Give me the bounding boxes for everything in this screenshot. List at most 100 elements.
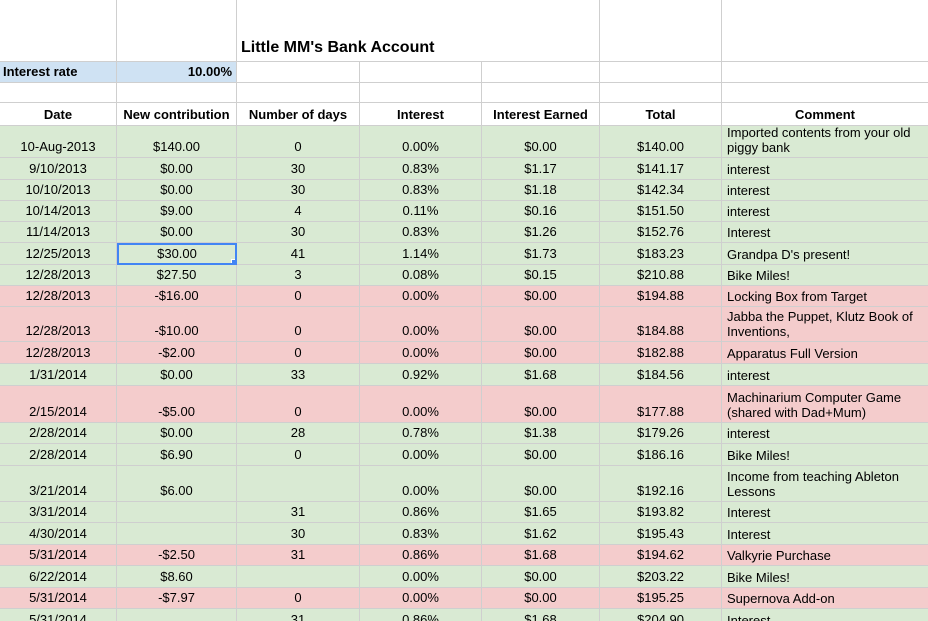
cell-new-contribution[interactable]: $0.00 xyxy=(117,180,237,201)
cell-total[interactable]: $195.43 xyxy=(600,523,722,545)
empty-cell[interactable] xyxy=(360,83,482,103)
cell-interest[interactable]: 0.00% xyxy=(360,286,482,307)
cell-total[interactable]: $194.88 xyxy=(600,286,722,307)
cell-comment[interactable]: Income from teaching Ableton Lessons xyxy=(722,466,928,502)
cell-date[interactable]: 10-Aug-2013 xyxy=(0,126,117,158)
cell-new-contribution[interactable]: -$16.00 xyxy=(117,286,237,307)
cell-comment[interactable]: Imported contents from your old piggy ba… xyxy=(722,126,928,158)
cell-new-contribution[interactable] xyxy=(117,502,237,523)
cell-comment[interactable]: Interest xyxy=(722,502,928,523)
cell-number-of-days[interactable]: 30 xyxy=(237,222,360,243)
cell-interest[interactable]: 0.00% xyxy=(360,444,482,466)
cell-comment[interactable]: interest xyxy=(722,158,928,180)
cell-number-of-days[interactable]: 4 xyxy=(237,201,360,222)
cell-interest-earned[interactable]: $0.00 xyxy=(482,444,600,466)
empty-cell[interactable] xyxy=(0,83,117,103)
cell-comment[interactable]: Interest xyxy=(722,609,928,621)
cell-interest-earned[interactable]: $0.00 xyxy=(482,386,600,423)
cell-interest-earned[interactable]: $0.00 xyxy=(482,588,600,609)
cell-date[interactable]: 11/14/2013 xyxy=(0,222,117,243)
cell-new-contribution[interactable]: $8.60 xyxy=(117,566,237,588)
cell-comment[interactable]: Bike Miles! xyxy=(722,444,928,466)
cell-interest[interactable]: 0.83% xyxy=(360,158,482,180)
cell-number-of-days[interactable]: 3 xyxy=(237,265,360,286)
cell-total[interactable]: $184.56 xyxy=(600,364,722,386)
cell-number-of-days[interactable]: 0 xyxy=(237,342,360,364)
cell-interest-earned[interactable]: $0.00 xyxy=(482,286,600,307)
fill-handle[interactable] xyxy=(231,259,237,265)
cell-interest-earned[interactable]: $0.00 xyxy=(482,307,600,342)
cell-number-of-days[interactable]: 31 xyxy=(237,609,360,621)
cell-total[interactable]: $179.26 xyxy=(600,423,722,444)
cell-comment[interactable]: interest xyxy=(722,180,928,201)
cell-comment[interactable]: Locking Box from Target xyxy=(722,286,928,307)
column-header-new-contribution[interactable]: New contribution xyxy=(117,103,237,126)
cell-new-contribution[interactable]: $6.00 xyxy=(117,466,237,502)
empty-cell[interactable] xyxy=(237,62,360,83)
cell-number-of-days[interactable]: 0 xyxy=(237,444,360,466)
cell-total[interactable]: $183.23 xyxy=(600,243,722,265)
cell-comment[interactable]: interest xyxy=(722,201,928,222)
empty-cell[interactable] xyxy=(722,0,928,62)
cell-interest[interactable]: 0.11% xyxy=(360,201,482,222)
empty-cell[interactable] xyxy=(117,83,237,103)
cell-total[interactable]: $142.34 xyxy=(600,180,722,201)
cell-total[interactable]: $184.88 xyxy=(600,307,722,342)
column-header-number-of-days[interactable]: Number of days xyxy=(237,103,360,126)
empty-cell[interactable] xyxy=(0,0,117,62)
empty-cell[interactable] xyxy=(600,83,722,103)
cell-new-contribution[interactable] xyxy=(117,523,237,545)
cell-total[interactable]: $141.17 xyxy=(600,158,722,180)
cell-total[interactable]: $192.16 xyxy=(600,466,722,502)
cell-number-of-days[interactable]: 0 xyxy=(237,307,360,342)
cell-total[interactable]: $204.90 xyxy=(600,609,722,621)
cell-new-contribution[interactable]: $0.00 xyxy=(117,222,237,243)
sheet-title-cell[interactable]: Little MM's Bank Account xyxy=(237,0,600,62)
cell-total[interactable]: $152.76 xyxy=(600,222,722,243)
cell-interest[interactable]: 0.83% xyxy=(360,180,482,201)
cell-interest[interactable]: 0.00% xyxy=(360,588,482,609)
cell-new-contribution[interactable]: $9.00 xyxy=(117,201,237,222)
cell-comment[interactable]: Bike Miles! xyxy=(722,566,928,588)
cell-total[interactable]: $203.22 xyxy=(600,566,722,588)
cell-date[interactable]: 12/28/2013 xyxy=(0,286,117,307)
cell-new-contribution[interactable]: $6.90 xyxy=(117,444,237,466)
empty-cell[interactable] xyxy=(117,0,237,62)
cell-interest[interactable]: 0.00% xyxy=(360,466,482,502)
cell-number-of-days[interactable]: 0 xyxy=(237,386,360,423)
cell-date[interactable]: 12/28/2013 xyxy=(0,307,117,342)
cell-comment[interactable]: Supernova Add-on xyxy=(722,588,928,609)
cell-new-contribution[interactable]: $27.50 xyxy=(117,265,237,286)
cell-total[interactable]: $140.00 xyxy=(600,126,722,158)
cell-date[interactable]: 6/22/2014 xyxy=(0,566,117,588)
cell-date[interactable]: 2/15/2014 xyxy=(0,386,117,423)
cell-number-of-days[interactable]: 41 xyxy=(237,243,360,265)
cell-interest-earned[interactable]: $0.00 xyxy=(482,342,600,364)
empty-cell[interactable] xyxy=(722,83,928,103)
cell-interest[interactable]: 0.08% xyxy=(360,265,482,286)
cell-comment[interactable]: Valkyrie Purchase xyxy=(722,545,928,566)
cell-new-contribution[interactable]: $0.00 xyxy=(117,364,237,386)
cell-date[interactable]: 2/28/2014 xyxy=(0,444,117,466)
cell-new-contribution[interactable] xyxy=(117,609,237,621)
cell-interest[interactable]: 0.00% xyxy=(360,342,482,364)
column-header-interest-earned[interactable]: Interest Earned xyxy=(482,103,600,126)
empty-cell[interactable] xyxy=(360,62,482,83)
cell-comment[interactable]: interest xyxy=(722,423,928,444)
cell-number-of-days[interactable] xyxy=(237,466,360,502)
cell-comment[interactable]: Bike Miles! xyxy=(722,265,928,286)
cell-total[interactable]: $195.25 xyxy=(600,588,722,609)
cell-new-contribution[interactable]: -$2.50 xyxy=(117,545,237,566)
cell-interest[interactable]: 0.86% xyxy=(360,545,482,566)
cell-interest[interactable]: 0.86% xyxy=(360,502,482,523)
cell-date[interactable]: 1/31/2014 xyxy=(0,364,117,386)
cell-interest-earned[interactable]: $0.16 xyxy=(482,201,600,222)
cell-number-of-days[interactable]: 0 xyxy=(237,126,360,158)
cell-number-of-days[interactable]: 31 xyxy=(237,502,360,523)
cell-interest-earned[interactable]: $1.38 xyxy=(482,423,600,444)
cell-interest[interactable]: 0.78% xyxy=(360,423,482,444)
cell-number-of-days[interactable]: 30 xyxy=(237,158,360,180)
cell-new-contribution[interactable]: $0.00 xyxy=(117,423,237,444)
cell-total[interactable]: $193.82 xyxy=(600,502,722,523)
cell-total[interactable]: $210.88 xyxy=(600,265,722,286)
